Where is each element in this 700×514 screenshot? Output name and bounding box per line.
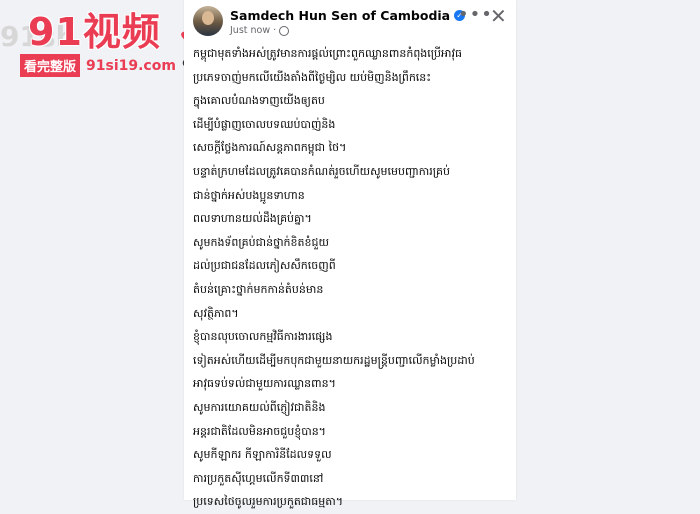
post-text-line: អាវុធទប់ទល់ជាមួយការឈ្លានពាន។ [193, 377, 336, 391]
globe-icon [279, 25, 290, 36]
post-text: កម្ពុជាមុតទាំងអស់ត្រូវមានការផ្ដល់ព្រោះពួ… [193, 42, 509, 514]
post-text-line: តំបន់គ្រោះថ្នាក់មកកាន់តំបន់មាន [193, 282, 324, 296]
more-options-button[interactable]: ••• [458, 4, 493, 25]
watermark-subline: 看完整版 91si19.com [20, 54, 194, 77]
post-text-line: ទៀតអស់ហើយដើម្បីមកបុកជាមួយនាយករដ្ឋមន្ត្រី… [193, 353, 475, 367]
post-text-line: ប្រទេសថៃចូលរួមការប្រកួតជាធម្មតា។ [193, 495, 343, 509]
post-text-line: ប្រភេទចាញ់មកលើយើងតាំងពីថ្ងៃម្សិល យប់មិញន… [193, 70, 432, 84]
post-text-line: សេចក្តីថ្លែងការណ៍សន្តភាពកម្ពុជា ថៃ។ [193, 141, 347, 155]
post-text-line: សូមកងទ័ពគ្រប់ជាន់ថ្នាក់ខិតខំជួយ [193, 235, 329, 249]
post-timestamp[interactable]: Just now [230, 25, 270, 36]
post-text-line: អន្តរជាតិដែលមិនអាចជួបខ្ញុំបាន។ [193, 424, 326, 438]
author-avatar[interactable] [193, 6, 223, 36]
post-text-line: កម្ពុជាមុតទាំងអស់ត្រូវមានការផ្ដល់ព្រោះពួ… [193, 47, 462, 60]
watermark-badge: 看完整版 [20, 54, 81, 77]
post-card: Samdech Hun Sen of Cambodia ✓ Just now ·… [184, 0, 516, 508]
watermark-url: 91si19.com [86, 57, 176, 74]
post-text-line: ពលទាហានយល់ដឹងគ្រប់គ្នា។ [193, 212, 312, 226]
post-text-line: ក្នុងគោលបំណងទាញយើងឲ្យតប [193, 94, 325, 108]
post-header: Samdech Hun Sen of Cambodia ✓ Just now ·… [184, 0, 516, 40]
post-text-line: ជាន់ថ្នាក់អស់បងប្អូនទាហាន [193, 188, 305, 202]
post-text-line: សូមការយោគយល់ពីភ្ញៀវជាតិនិង [193, 400, 326, 414]
post-text-line: ការប្រកួតស៊ីហ្គេមលើកទី៣៣នៅ [193, 471, 324, 485]
post-text-line: ខ្ញុំបានលុបចោលកម្មវិធីការងារផ្សេង [193, 330, 333, 344]
author-row: Samdech Hun Sen of Cambodia ✓ [230, 8, 466, 23]
post-text-line: សូមកីឡាករ កីឡាការិនីដែលទទួល [193, 448, 332, 462]
author-name[interactable]: Samdech Hun Sen of Cambodia [230, 8, 450, 23]
watermark-title: 91视频 [28, 9, 161, 54]
close-button[interactable]: ✕ [490, 4, 507, 28]
avatar-face [202, 11, 214, 25]
watermark-logo: 91视频 [0, 5, 161, 54]
post-text-line: ដល់ប្រជាជនដែលភៀសសឹកចេញពី [193, 259, 336, 273]
online-status-icon [217, 31, 223, 36]
post-meta: Just now · [230, 25, 290, 36]
post-text-line: សុវត្ថិភាព។ [193, 306, 239, 320]
post-text-line: បន្ទាត់ក្រហមដែលត្រូវគេបានកំណត់រួចហើយសូមម… [193, 164, 450, 178]
meta-separator: · [273, 25, 277, 36]
post-text-line: ដើម្បីបំផ្លាញចោលបទឈប់បាញ់និង [193, 117, 336, 131]
